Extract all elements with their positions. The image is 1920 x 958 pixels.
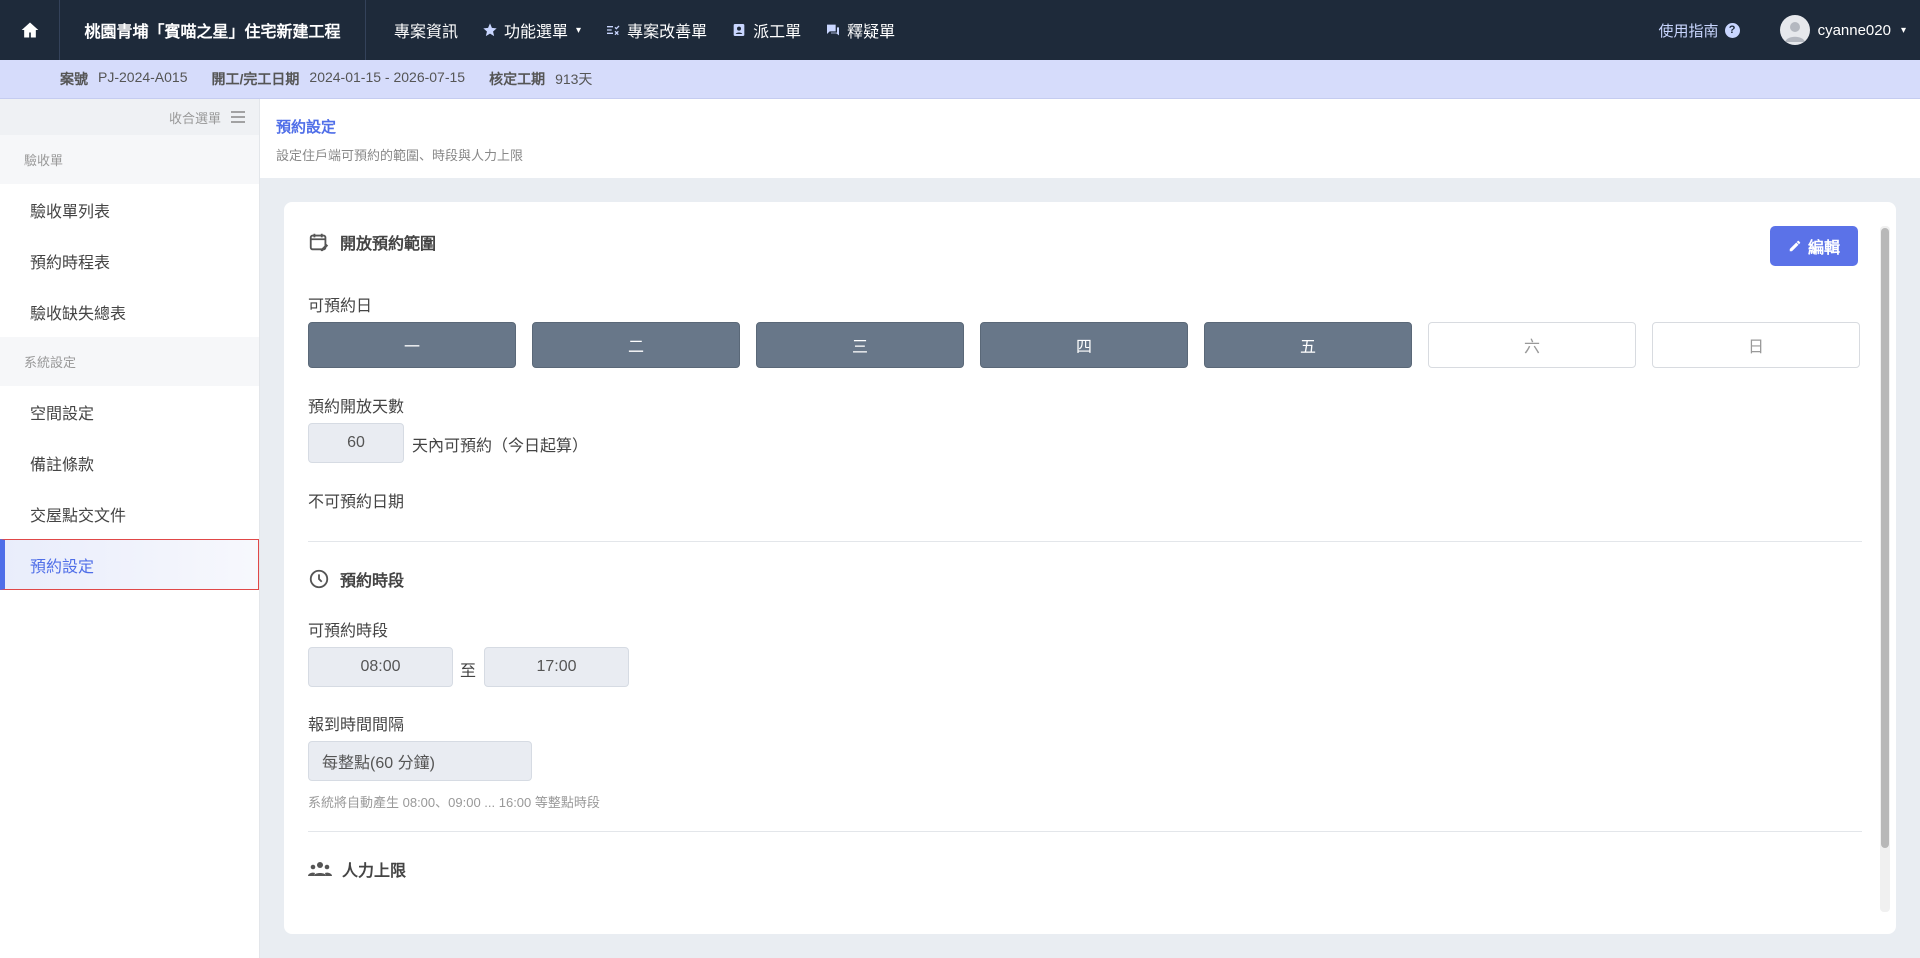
page-title: 預約設定 — [276, 119, 337, 136]
page-header: 預約設定 設定住戶端可預約的範圍、時段與人力上限 — [260, 99, 1920, 178]
case-number: 案號 PJ-2024-A015 — [60, 69, 188, 89]
nav-label: 派工單 — [753, 24, 802, 41]
sidebar-item-booking-settings[interactable]: 預約設定 — [0, 539, 259, 590]
sidebar: 收合選單 驗收單 驗收單列表 預約時程表 驗收缺失總表 系統設定 空間設定 備註… — [0, 99, 260, 958]
available-days-label: 可預約日 — [308, 298, 373, 315]
username: cyanne020 — [1817, 21, 1891, 39]
user-guide-label: 使用指南 — [1658, 22, 1719, 40]
blocked-dates-label: 不可預約日期 — [308, 494, 405, 511]
nav-project-info[interactable]: 專案資訊 — [382, 0, 470, 60]
day-toggle-fri[interactable]: 五 — [1204, 322, 1412, 368]
edit-label: 編輯 — [1807, 240, 1840, 257]
calendar-edit-icon — [309, 233, 329, 252]
project-info-bar: 案號 PJ-2024-A015 開工/完工日期 2024-01-15 - 202… — [0, 60, 1920, 99]
divider — [308, 831, 1862, 832]
user-guide-link[interactable]: 使用指南 ? — [1659, 20, 1740, 41]
open-days-input[interactable]: 60 — [308, 423, 404, 463]
date-label: 開工/完工日期 — [211, 71, 300, 87]
interval-label: 報到時間間隔 — [308, 717, 405, 734]
sidebar-item-space-settings[interactable]: 空間設定 — [0, 386, 259, 437]
time-range-separator: 至 — [460, 663, 477, 680]
nav-menu: 專案資訊 功能選單 ▾ 專案改善單 派工單 釋疑單 — [366, 0, 907, 60]
interval-select[interactable]: 每整點(60 分鐘) — [308, 741, 532, 781]
nav-label: 專案改善單 — [627, 24, 708, 41]
pencil-icon — [1789, 240, 1801, 252]
home-icon — [21, 22, 38, 38]
case-label: 案號 — [60, 71, 88, 87]
project-title: 桃園青埔「賓喵之星」住宅新建工程 — [60, 0, 366, 60]
interval-hint: 系統將自動產生 08:00、09:00 ... 16:00 等整點時段 — [308, 795, 600, 810]
divider — [308, 541, 1862, 542]
period-value: 913天 — [555, 71, 593, 87]
collapse-label: 收合選單 — [168, 110, 221, 126]
nav-label: 功能選單 — [504, 24, 569, 41]
chevron-down-icon: ▾ — [576, 24, 582, 36]
period-label: 核定工期 — [489, 71, 546, 87]
end-time-input[interactable]: 17:00 — [484, 647, 629, 687]
section-time-slots: 預約時段 — [308, 567, 404, 591]
section-open-range: 開放預約範圍 — [308, 230, 436, 254]
help-icon: ? — [1724, 22, 1740, 38]
nav-dispatch-order[interactable]: 派工單 — [719, 0, 813, 60]
nav-label: 釋疑單 — [847, 24, 896, 41]
sidebar-item-handover-docs[interactable]: 交屋點交文件 — [0, 488, 259, 539]
home-button[interactable] — [0, 0, 60, 60]
section-capacity: 人力上限 — [308, 857, 406, 881]
day-toggle-mon[interactable]: 一 — [308, 322, 516, 368]
start-time-input[interactable]: 08:00 — [308, 647, 453, 687]
nav-right: 使用指南 ? cyanne020 ▾ — [1659, 0, 1920, 60]
people-icon — [308, 862, 332, 876]
case-value: PJ-2024-A015 — [98, 69, 188, 85]
badge-icon — [733, 24, 745, 36]
nav-function-menu[interactable]: 功能選單 ▾ — [470, 0, 593, 60]
nav-improvement-order[interactable]: 專案改善單 — [593, 0, 719, 60]
page-subtitle: 設定住戶端可預約的範圍、時段與人力上限 — [276, 148, 524, 163]
nav-clarification-order[interactable]: 釋疑單 — [813, 0, 907, 60]
sidebar-item-remark-terms[interactable]: 備註條款 — [0, 437, 259, 488]
section-title: 開放預約範圍 — [340, 236, 437, 253]
day-toggle-thu[interactable]: 四 — [980, 322, 1188, 368]
menu-icon — [231, 111, 245, 123]
sidebar-group-system: 系統設定 — [0, 337, 259, 386]
approved-period: 核定工期 913天 — [489, 69, 592, 89]
user-menu[interactable]: cyanne020 ▾ — [1779, 15, 1906, 45]
time-range-label: 可預約時段 — [308, 623, 389, 640]
sidebar-item-acceptance-list[interactable]: 驗收單列表 — [0, 184, 259, 235]
chevron-down-icon: ▾ — [1900, 24, 1906, 36]
day-toggle-wed[interactable]: 三 — [756, 322, 964, 368]
weekday-toggle-group: 一 二 三 四 五 六 日 — [308, 322, 1860, 368]
section-title: 人力上限 — [342, 863, 407, 880]
section-title: 預約時段 — [340, 573, 405, 590]
sidebar-group-acceptance: 驗收單 — [0, 135, 259, 184]
top-navbar: 桃園青埔「賓喵之星」住宅新建工程 專案資訊 功能選單 ▾ 專案改善單 派工單 釋… — [0, 0, 1920, 60]
card-scrollbar[interactable] — [1880, 226, 1890, 912]
sidebar-item-booking-schedule[interactable]: 預約時程表 — [0, 235, 259, 286]
project-dates: 開工/完工日期 2024-01-15 - 2026-07-15 — [212, 69, 466, 89]
clock-icon — [309, 569, 329, 589]
open-days-label: 預約開放天數 — [308, 399, 405, 416]
collapse-menu-button[interactable]: 收合選單 — [0, 99, 259, 135]
booking-settings-card: 開放預約範圍 可預約日 一 二 三 四 五 六 日 預約開放天數 60 天內可預… — [284, 202, 1896, 934]
open-days-suffix: 天內可預約（今日起算） — [412, 438, 589, 455]
nav-label: 專案資訊 — [394, 24, 459, 41]
day-toggle-sat[interactable]: 六 — [1428, 322, 1636, 368]
date-value: 2024-01-15 - 2026-07-15 — [309, 69, 466, 85]
day-toggle-tue[interactable]: 二 — [532, 322, 740, 368]
avatar — [1779, 15, 1810, 45]
user-icon — [1784, 22, 1805, 42]
star-icon — [483, 23, 497, 37]
checklist-icon — [607, 25, 620, 36]
edit-button[interactable]: 編輯 — [1770, 226, 1858, 266]
sidebar-item-defect-summary[interactable]: 驗收缺失總表 — [0, 286, 259, 337]
card-scroll-area: 開放預約範圍 可預約日 一 二 三 四 五 六 日 預約開放天數 60 天內可預… — [308, 202, 1862, 910]
scroll-thumb[interactable] — [1881, 228, 1889, 848]
day-toggle-sun[interactable]: 日 — [1652, 322, 1860, 368]
chat-icon — [827, 24, 840, 36]
